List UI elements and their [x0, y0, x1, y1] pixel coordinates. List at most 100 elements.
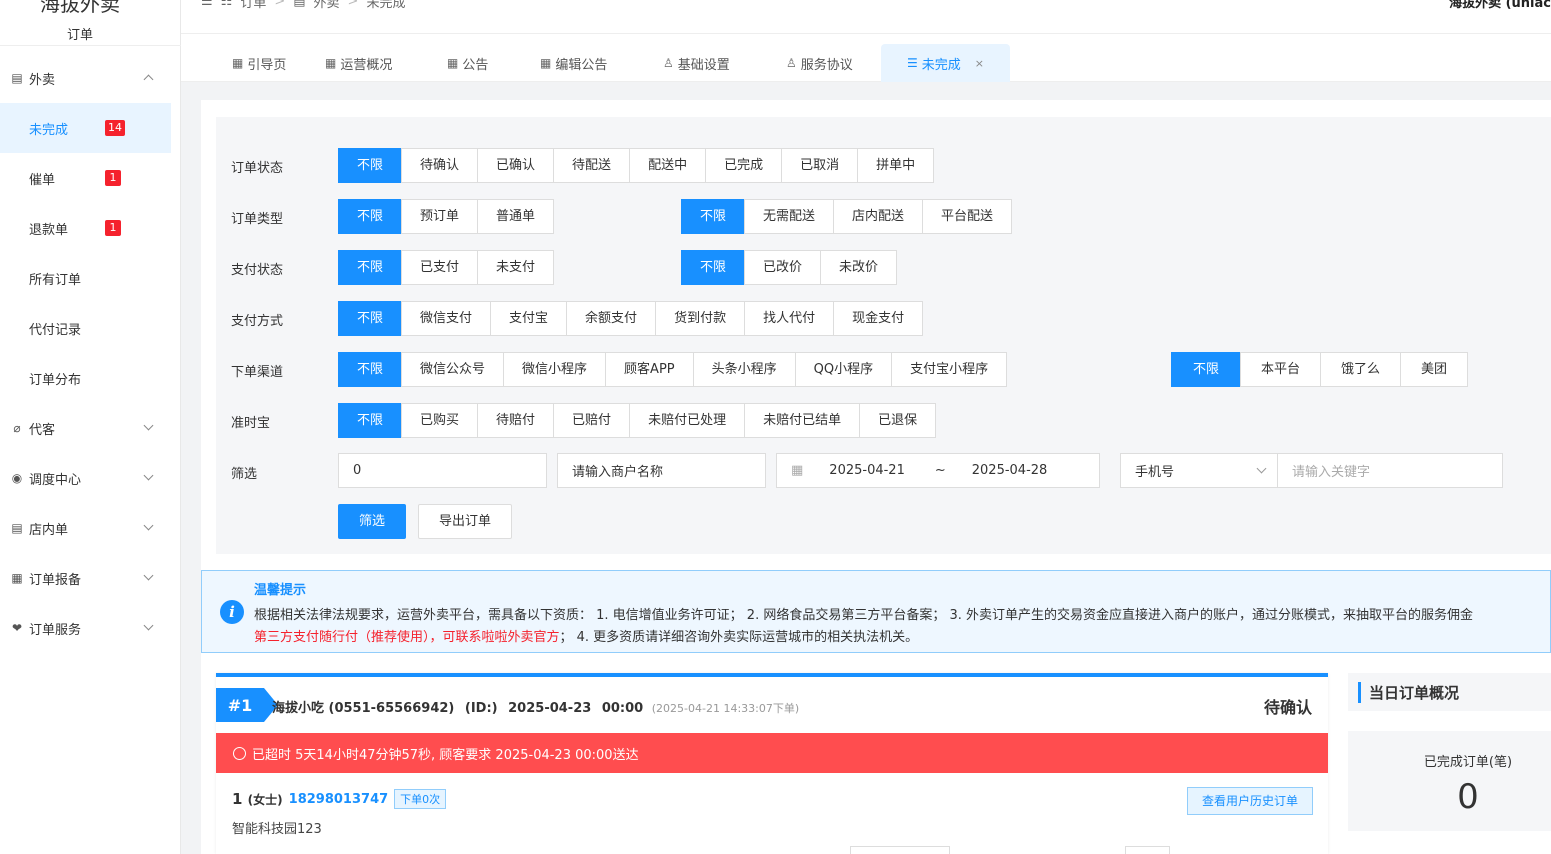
- top-header: ☰ ☷ 订单 > ▤ 外卖 > 未完成 海拔外卖 (uniac: [181, 0, 1551, 34]
- filter-option[interactable]: 微信小程序: [503, 352, 607, 387]
- filter-option[interactable]: 不限: [681, 199, 746, 234]
- platform-options: 不限 本平台 饿了么 美团: [1171, 352, 1469, 387]
- sidebar-group-dispatch[interactable]: ◉ 调度中心: [0, 453, 172, 503]
- sidebar-group-label: 代客: [29, 422, 56, 438]
- sidebar-group-takeout[interactable]: ▤ 外卖: [0, 53, 172, 103]
- menu-toggle-icon[interactable]: ☰: [201, 0, 213, 9]
- filter-option[interactable]: 饿了么: [1320, 352, 1402, 387]
- view-history-button[interactable]: 查看用户历史订单: [1186, 787, 1313, 815]
- filter-button[interactable]: 筛选: [338, 504, 407, 539]
- order-type-options: 不限 预订单 普通单: [338, 199, 555, 234]
- filter-option[interactable]: 支付宝小程序: [891, 352, 1008, 387]
- filter-option[interactable]: 已支付: [401, 250, 479, 285]
- close-icon[interactable]: ×: [975, 57, 984, 70]
- breadcrumb-item[interactable]: 订单: [240, 0, 266, 11]
- filter-option[interactable]: 不限: [338, 352, 403, 387]
- grid-icon: ▦: [540, 56, 552, 70]
- filter-option[interactable]: 顾客APP: [605, 352, 694, 387]
- filter-option[interactable]: 不限: [338, 403, 403, 438]
- filter-option[interactable]: 已赔付: [553, 403, 631, 438]
- filter-option[interactable]: 店内配送: [833, 199, 924, 234]
- filter-option[interactable]: 余额支付: [566, 301, 657, 336]
- customer-phone[interactable]: 18298013747: [289, 792, 389, 807]
- tab-edit-notice[interactable]: ▦ 编辑公告: [540, 44, 607, 82]
- filter-option[interactable]: 美团: [1400, 352, 1469, 387]
- filter-option[interactable]: 已取消: [781, 148, 859, 183]
- tab-label: 运营概况: [340, 57, 393, 73]
- search-field-select[interactable]: 手机号: [1120, 453, 1278, 488]
- tab-service-agreement[interactable]: ♙ 服务协议: [786, 44, 853, 82]
- breadcrumb-item[interactable]: 外卖: [314, 0, 340, 11]
- filter-option[interactable]: 支付宝: [490, 301, 568, 336]
- chevron-down-icon: [143, 520, 154, 531]
- tab-guide[interactable]: ▦ 引导页: [232, 44, 286, 82]
- filter-option[interactable]: 不限: [338, 250, 403, 285]
- sidebar-group-report[interactable]: ▦ 订单报备: [0, 553, 172, 603]
- order-header: 海拔小吃 (0551-65566942) (ID:) 2025-04-23 00…: [272, 697, 799, 716]
- sidebar-group-instore[interactable]: ▤ 店内单: [0, 503, 172, 553]
- filter-option[interactable]: 不限: [681, 250, 746, 285]
- filter-option[interactable]: 已确认: [477, 148, 555, 183]
- sidebar-item-reminder[interactable]: 催单 1: [0, 153, 171, 203]
- filter-option[interactable]: 已退保: [859, 403, 937, 438]
- heart-hand-icon: ❤: [11, 621, 23, 635]
- sidebar-group-label: 调度中心: [29, 472, 82, 488]
- tab-overview[interactable]: ▦ 运营概况: [325, 44, 392, 82]
- sidebar-item-all-orders[interactable]: 所有订单: [0, 253, 171, 303]
- chevron-down-icon: [143, 620, 154, 631]
- merchant-name-input[interactable]: 请输入商户名称: [557, 453, 766, 488]
- filter-option[interactable]: 不限: [1171, 352, 1242, 387]
- filter-option[interactable]: QQ小程序: [794, 352, 893, 387]
- filter-option[interactable]: 普通单: [477, 199, 555, 234]
- order-status: 待确认: [1263, 698, 1312, 717]
- pagination-select[interactable]: [850, 846, 950, 854]
- filter-option[interactable]: 未支付: [477, 250, 555, 285]
- filter-option[interactable]: 微信支付: [401, 301, 492, 336]
- customer-address: 智能科技园123: [232, 822, 322, 837]
- sidebar-group-proxy[interactable]: ⌀ 代客: [0, 403, 172, 453]
- sidebar-item-label: 未完成: [29, 122, 69, 138]
- sidebar-item-refund[interactable]: 退款单 1: [0, 203, 171, 253]
- sidebar-group-label: 外卖: [29, 72, 56, 88]
- stat-value: 0: [1457, 777, 1479, 817]
- filter-option[interactable]: 本平台: [1240, 352, 1322, 387]
- filter-option[interactable]: 现金支付: [833, 301, 924, 336]
- filter-option[interactable]: 待配送: [553, 148, 631, 183]
- filter-option[interactable]: 不限: [338, 148, 403, 183]
- keyword-input[interactable]: 请输入关键字: [1277, 453, 1503, 488]
- order-count-tag: 下单0次: [394, 789, 447, 809]
- tab-basic-settings[interactable]: ♙ 基础设置: [663, 44, 730, 82]
- filter-option[interactable]: 拼单中: [857, 148, 935, 183]
- filter-option[interactable]: 平台配送: [922, 199, 1013, 234]
- filter-option[interactable]: 无需配送: [744, 199, 835, 234]
- filter-option[interactable]: 已完成: [705, 148, 783, 183]
- order-id-input[interactable]: 0: [338, 453, 547, 488]
- filter-option[interactable]: 不限: [338, 199, 403, 234]
- filter-option[interactable]: 已改价: [744, 250, 822, 285]
- sidebar-item-label: 催单: [29, 172, 56, 188]
- filter-option[interactable]: 未改价: [820, 250, 898, 285]
- sidebar-item-proxy-pay[interactable]: 代付记录: [0, 303, 171, 353]
- date-range-picker[interactable]: ▦ 2025-04-21 ~ 2025-04-28: [776, 453, 1100, 488]
- filter-option[interactable]: 微信公众号: [401, 352, 505, 387]
- tab-notice[interactable]: ▦ 公告: [447, 44, 488, 82]
- filter-option[interactable]: 头条小程序: [692, 352, 796, 387]
- tab-unfinished[interactable]: ☰ 未完成 ×: [881, 44, 1010, 82]
- user-menu[interactable]: 海拔外卖 (uniac: [1449, 0, 1551, 11]
- filter-option[interactable]: 待确认: [401, 148, 479, 183]
- filter-option[interactable]: 不限: [338, 301, 403, 336]
- filter-option[interactable]: 待赔付: [477, 403, 555, 438]
- filter-option[interactable]: 预订单: [401, 199, 479, 234]
- sidebar-group-service[interactable]: ❤ 订单服务: [0, 603, 172, 653]
- filter-option[interactable]: 配送中: [629, 148, 707, 183]
- brand-subtitle: 订单: [66, 28, 93, 43]
- filter-option[interactable]: 找人代付: [744, 301, 835, 336]
- export-orders-button[interactable]: 导出订单: [418, 504, 513, 539]
- sidebar-item-unfinished[interactable]: 未完成 14: [0, 103, 171, 153]
- pagination-input[interactable]: [1125, 846, 1170, 854]
- filter-option[interactable]: 未赔付已结单: [744, 403, 861, 438]
- filter-option[interactable]: 未赔付已处理: [629, 403, 746, 438]
- filter-option[interactable]: 已购买: [401, 403, 479, 438]
- sidebar-item-distribution[interactable]: 订单分布: [0, 353, 171, 403]
- filter-option[interactable]: 货到付款: [655, 301, 746, 336]
